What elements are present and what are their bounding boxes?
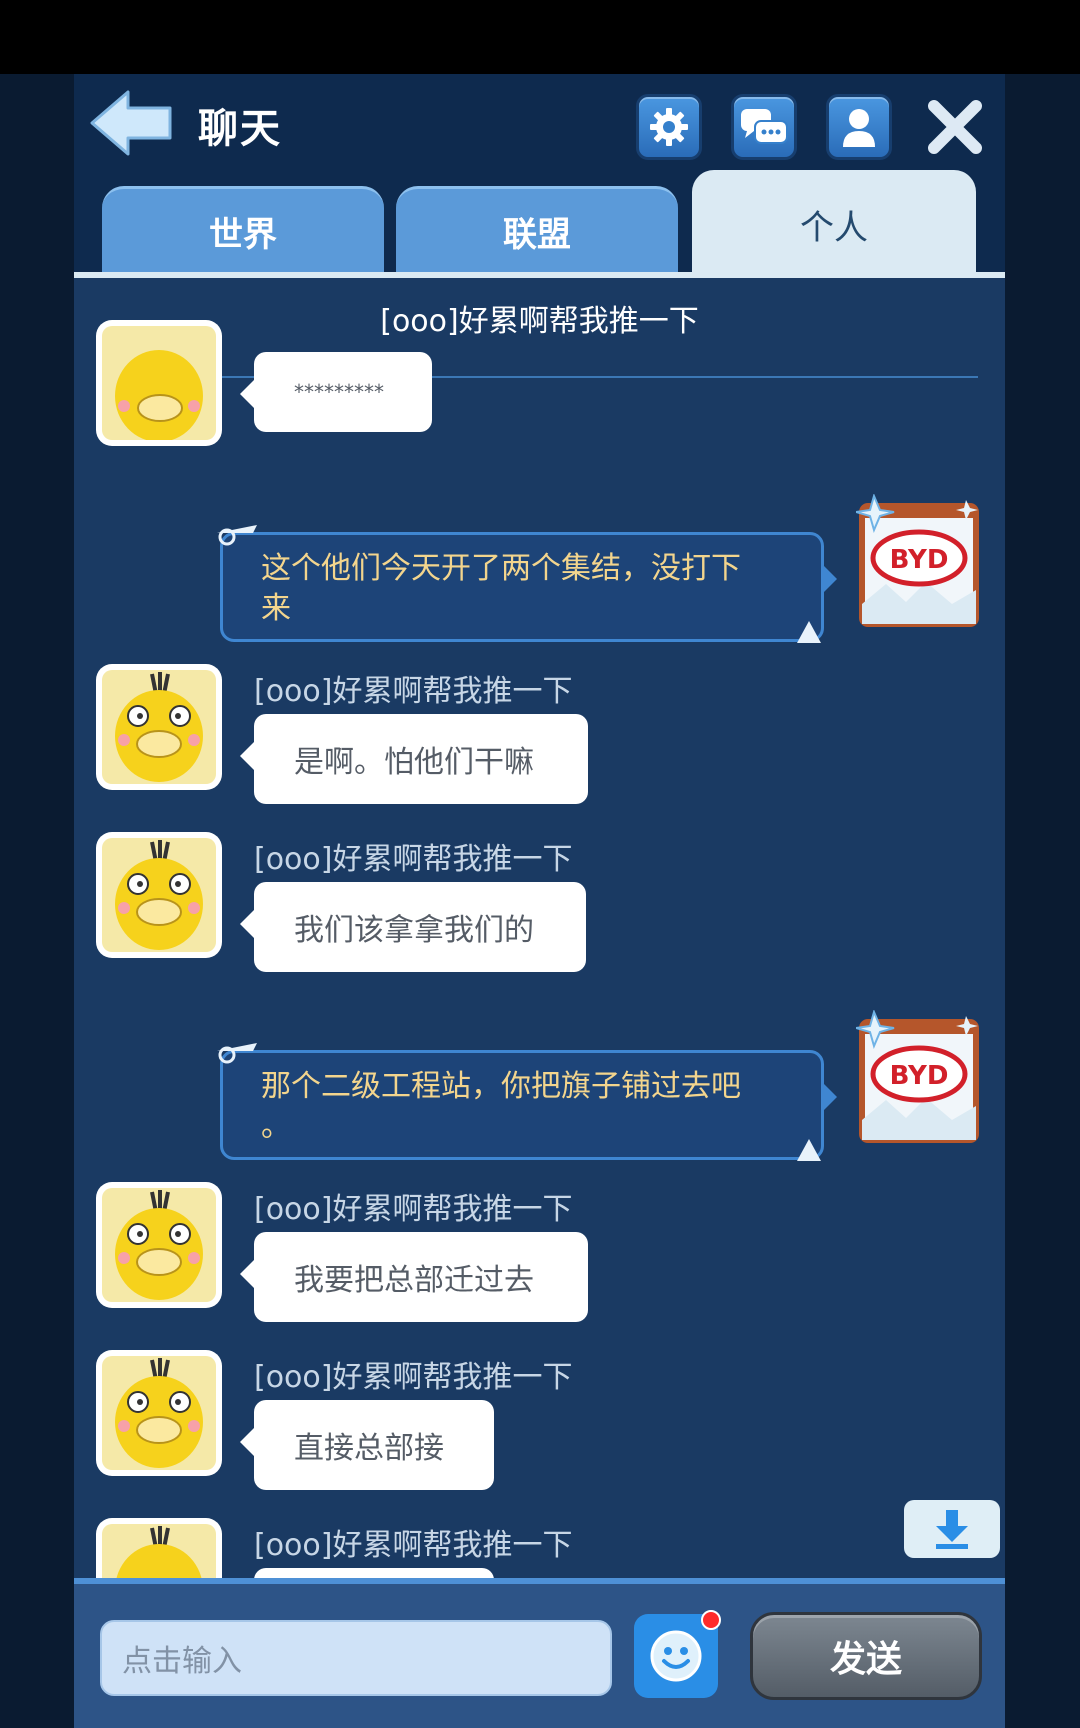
duck-avatar-image bbox=[102, 838, 216, 952]
tab-personal-label: 个人 bbox=[800, 207, 868, 248]
my-message-line-1: 这个他们今天开了两个集结，没打下 bbox=[261, 551, 741, 586]
message-text: ********* bbox=[294, 380, 384, 404]
profile-button[interactable] bbox=[826, 94, 892, 160]
my-message-bubble[interactable]: 那个二级工程站，你把旗子铺过去吧 。 bbox=[217, 1043, 837, 1161]
my-avatar[interactable]: BYD bbox=[855, 493, 982, 627]
chat-list-button[interactable] bbox=[731, 94, 797, 160]
tab-underline bbox=[74, 272, 1005, 278]
conversation-divider bbox=[98, 376, 978, 378]
message-text: 我要把总部迁过去 bbox=[294, 1263, 534, 1298]
close-button[interactable] bbox=[924, 96, 986, 158]
message-text: 我们该拿拿我们的 bbox=[294, 913, 534, 948]
message-bubble[interactable]: 直接总部接 bbox=[240, 1400, 494, 1490]
contact-avatar[interactable] bbox=[96, 832, 222, 958]
left-margin bbox=[0, 74, 74, 1728]
message-bubble[interactable]: 我们该拿拿我们的 bbox=[240, 882, 586, 972]
my-message-line-2: 来 bbox=[261, 591, 291, 626]
tab-alliance[interactable]: 联盟 bbox=[396, 186, 678, 274]
my-message-bubble[interactable]: 这个他们今天开了两个集结，没打下 来 bbox=[217, 525, 837, 643]
chat-header: 聊天 世界 联盟 个人 bbox=[74, 74, 1005, 278]
contact-avatar[interactable] bbox=[96, 1182, 222, 1308]
my-message-line-1: 那个二级工程站，你把旗子铺过去吧 bbox=[261, 1069, 741, 1104]
back-arrow-icon bbox=[90, 90, 172, 156]
chat-input-bar: 点击输入 发送 bbox=[74, 1578, 1005, 1728]
notification-dot bbox=[701, 1610, 721, 1630]
sender-name: [ooo]好累啊帮我推一下 bbox=[254, 674, 573, 709]
message-bubble[interactable]: 我要把总部迁过去 bbox=[240, 1232, 588, 1322]
tree-decoration-icon bbox=[797, 1139, 821, 1161]
sender-name: [ooo]好累啊帮我推一下 bbox=[254, 842, 573, 877]
duck-avatar-image bbox=[102, 1188, 216, 1302]
contact-avatar[interactable] bbox=[96, 1350, 222, 1476]
tab-alliance-label: 联盟 bbox=[503, 215, 571, 255]
duck-avatar-image bbox=[102, 326, 216, 440]
chat-bubbles-icon bbox=[741, 109, 788, 144]
settings-button[interactable] bbox=[636, 94, 702, 160]
status-bar bbox=[0, 0, 1080, 74]
snowflake-decoration-icon bbox=[217, 1043, 257, 1064]
gear-icon bbox=[650, 108, 688, 146]
tab-world[interactable]: 世界 bbox=[102, 186, 384, 274]
message-text: 直接总部接 bbox=[294, 1431, 444, 1466]
send-button[interactable]: 发送 bbox=[750, 1612, 982, 1700]
tab-world-label: 世界 bbox=[209, 215, 277, 255]
contact-avatar[interactable] bbox=[96, 320, 222, 446]
sender-name: [ooo]好累啊帮我推一下 bbox=[254, 1528, 573, 1563]
send-button-label: 发送 bbox=[829, 1639, 902, 1680]
message-bubble[interactable]: ********* bbox=[240, 352, 432, 432]
byd-logo: BYD bbox=[890, 1061, 949, 1091]
message-input[interactable]: 点击输入 bbox=[100, 1620, 612, 1696]
message-text: 是啊。怕他们干嘛 bbox=[294, 745, 534, 780]
scroll-to-bottom-button[interactable] bbox=[904, 1500, 1000, 1558]
my-message-line-2: 。 bbox=[261, 1109, 291, 1144]
my-avatar[interactable]: BYD bbox=[855, 1009, 982, 1143]
message-bubble[interactable]: 是啊。怕他们干嘛 bbox=[240, 714, 588, 804]
duck-avatar-image bbox=[102, 1356, 216, 1470]
person-icon bbox=[843, 109, 875, 147]
sender-name: [ooo]好累啊帮我推一下 bbox=[254, 1192, 573, 1227]
close-icon bbox=[928, 100, 982, 154]
chat-panel: 聊天 世界 联盟 个人 [ooo]好累啊帮我推一下 ********* 这个他们… bbox=[74, 74, 1005, 1728]
tab-personal[interactable]: 个人 bbox=[692, 170, 976, 278]
snowflake-decoration-icon bbox=[217, 525, 257, 546]
download-arrow-icon bbox=[936, 1510, 968, 1549]
page-title: 聊天 bbox=[198, 106, 282, 152]
smiley-icon bbox=[650, 1630, 702, 1682]
duck-avatar-image bbox=[102, 670, 216, 784]
contact-avatar[interactable] bbox=[96, 664, 222, 790]
tree-decoration-icon bbox=[797, 621, 821, 643]
right-margin bbox=[1005, 74, 1080, 1728]
sender-name: [ooo]好累啊帮我推一下 bbox=[254, 1360, 573, 1395]
back-button[interactable] bbox=[88, 88, 174, 158]
byd-logo: BYD bbox=[890, 545, 949, 575]
message-input-placeholder: 点击输入 bbox=[122, 1644, 242, 1679]
